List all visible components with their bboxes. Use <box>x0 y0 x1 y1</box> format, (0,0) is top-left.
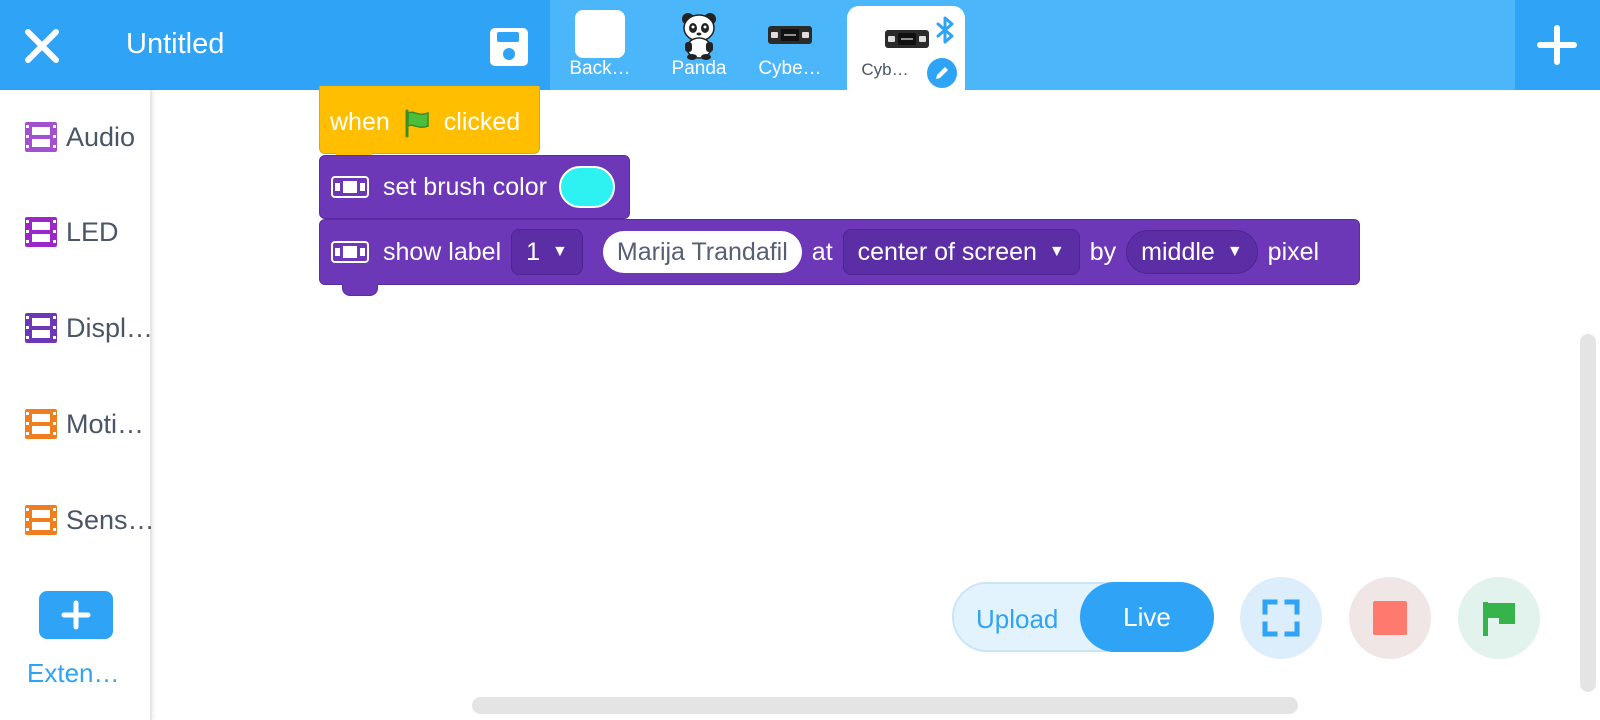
film-strip-icon <box>25 122 57 152</box>
dropdown-arrow-icon: ▼ <box>552 243 568 260</box>
dropdown-arrow-icon: ▼ <box>1048 243 1065 260</box>
sprite-tab-label: Cyb… <box>861 60 909 79</box>
close-button[interactable] <box>20 24 64 68</box>
category-sensing[interactable]: Sens… <box>24 500 155 540</box>
cyberpi-block-icon <box>331 241 369 263</box>
position-dropdown[interactable]: center of screen ▼ <box>842 229 1080 275</box>
dropdown-arrow-icon: ▼ <box>1226 243 1243 260</box>
stop-icon <box>1373 601 1407 635</box>
sprite-tab-cyberpi[interactable]: Cybe… <box>740 6 840 90</box>
horizontal-scrollbar[interactable] <box>472 697 1298 714</box>
category-label: Sens… <box>66 504 155 535</box>
project-title[interactable]: Untitled <box>126 28 224 61</box>
category-display[interactable]: Displ… <box>24 308 153 348</box>
top-bar: Untitled Back… Panda Cybe… Cyb… <box>0 0 1600 90</box>
film-strip-icon <box>25 409 57 439</box>
block-notch <box>342 284 378 296</box>
add-sprite-button[interactable] <box>1515 0 1600 90</box>
category-label: Audio <box>66 121 136 152</box>
hat-when-text: when <box>330 108 390 136</box>
set-brush-color-block[interactable]: set brush color <box>319 155 630 219</box>
film-strip-icon <box>25 313 57 343</box>
category-motion[interactable]: Moti… <box>24 404 144 444</box>
bluetooth-icon[interactable] <box>929 14 961 46</box>
at-text: at <box>811 237 833 266</box>
film-strip-icon <box>25 505 57 535</box>
sprite-tab-cyberpi-active[interactable]: Cyb… <box>847 6 965 90</box>
size-dropdown[interactable]: middle ▼ <box>1126 230 1258 274</box>
stop-button[interactable] <box>1349 577 1431 659</box>
position-value: center of screen <box>857 237 1037 266</box>
upload-mode-option[interactable]: Upload <box>976 604 1058 635</box>
edit-sprite-button[interactable] <box>927 58 957 88</box>
fullscreen-icon <box>1262 599 1300 637</box>
set-brush-color-text: set brush color <box>383 172 547 201</box>
vertical-scrollbar[interactable] <box>1580 334 1596 692</box>
category-audio[interactable]: Audio <box>24 117 135 157</box>
sprite-tab-panda[interactable]: Panda <box>649 6 749 90</box>
pixel-text: pixel <box>1267 237 1320 266</box>
show-label-block[interactable]: show label 1 ▼ Marija Trandafil at cente… <box>319 219 1360 296</box>
category-label: LED <box>66 216 119 247</box>
cyberpi-device-icon <box>768 24 812 51</box>
green-flag-button[interactable] <box>1458 577 1540 659</box>
label-index-value: 1 <box>526 237 541 266</box>
by-text: by <box>1089 237 1117 266</box>
save-icon <box>490 28 528 66</box>
extensions-label[interactable]: Exten… <box>27 658 120 689</box>
close-icon <box>25 29 59 63</box>
pencil-icon <box>936 67 948 79</box>
label-index-dropdown[interactable]: 1 ▼ <box>511 229 583 275</box>
brush-color-picker[interactable] <box>558 166 615 208</box>
green-flag-icon <box>1483 602 1515 636</box>
plus-icon <box>1537 25 1577 65</box>
film-strip-icon <box>25 217 57 247</box>
size-value: middle <box>1141 237 1215 266</box>
live-mode-option[interactable]: Live <box>1080 582 1214 652</box>
cyberpi-block-icon <box>331 176 369 198</box>
show-label-text: show label <box>383 237 502 266</box>
upload-live-mode-toggle[interactable]: Upload Live <box>952 582 1214 652</box>
add-extension-button[interactable] <box>39 591 113 639</box>
fullscreen-button[interactable] <box>1240 577 1322 659</box>
green-flag-icon <box>405 109 429 137</box>
backdrop-thumbnail <box>575 10 625 58</box>
category-label: Displ… <box>66 312 154 343</box>
cyberpi-device-icon <box>885 28 929 55</box>
sprite-tab-backdrop[interactable]: Back… <box>550 6 650 90</box>
sprite-list: Back… Panda Cybe… Cyb… <box>550 0 1550 90</box>
plus-icon <box>61 600 91 630</box>
sprite-tab-label: Cybe… <box>758 58 822 79</box>
panda-icon <box>679 10 719 65</box>
hat-clicked-text: clicked <box>443 108 521 136</box>
label-text-input[interactable]: Marija Trandafil <box>602 231 802 273</box>
sprite-tab-label: Back… <box>569 58 631 79</box>
save-button[interactable] <box>486 24 532 70</box>
block-category-panel: Audio LED Displ… Moti… Sens… Exten… <box>0 90 155 720</box>
sprite-tab-label: Panda <box>671 58 727 79</box>
category-led[interactable]: LED <box>24 212 119 252</box>
when-flag-clicked-block[interactable]: when clicked <box>319 86 540 163</box>
category-label: Moti… <box>66 408 145 439</box>
